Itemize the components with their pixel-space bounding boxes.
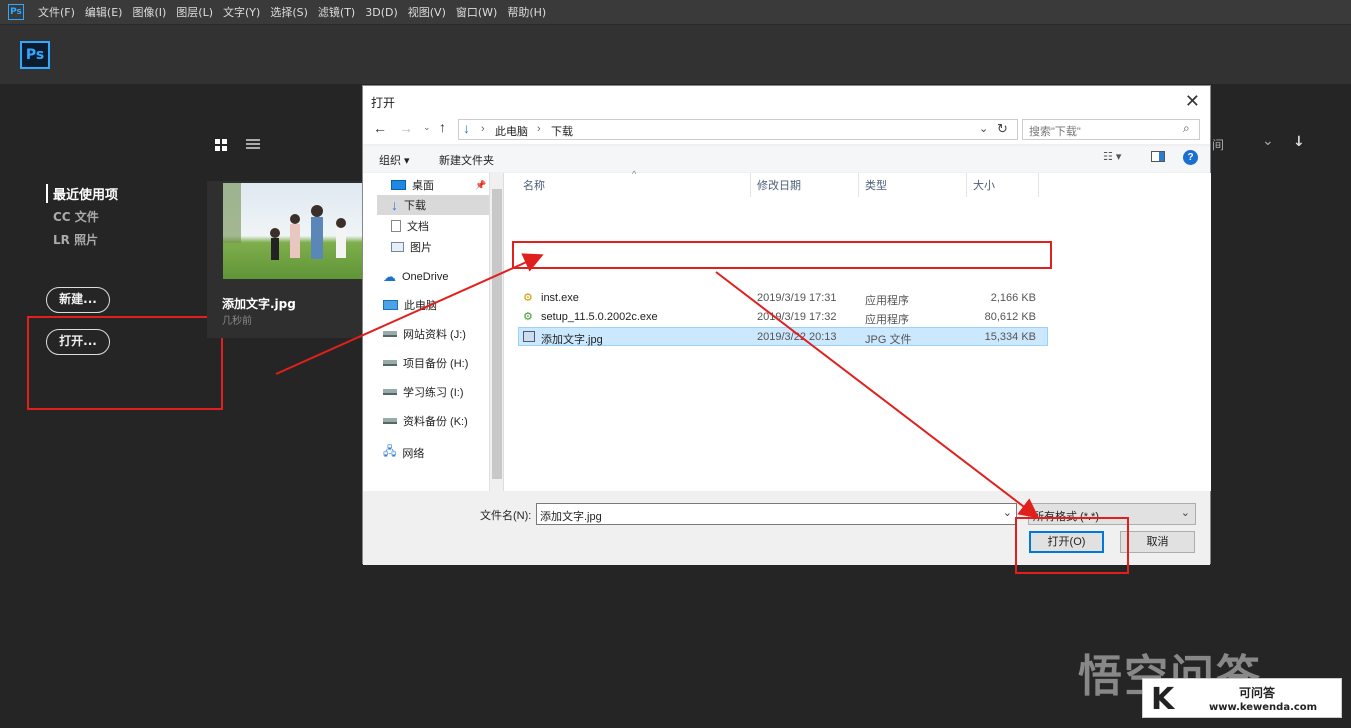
annotation-arrows bbox=[275, 253, 1040, 519]
annotation-arrow-to-file bbox=[275, 253, 544, 375]
badge-title: 可问答 bbox=[1239, 686, 1276, 700]
badge-url: www.kewenda.com bbox=[1209, 702, 1318, 713]
watermark-badge: K 可问答 www.kewenda.com bbox=[1142, 678, 1342, 718]
badge-k-logo: K bbox=[1151, 682, 1175, 717]
annotation-arrow-to-open bbox=[715, 271, 1040, 519]
